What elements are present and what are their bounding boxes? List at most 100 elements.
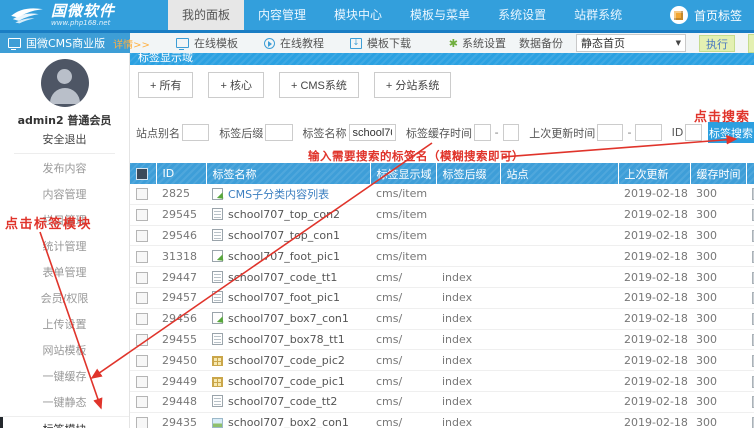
row-checkbox[interactable] <box>136 334 148 346</box>
last-update-from-input[interactable] <box>597 124 623 141</box>
cell-checkbox <box>130 267 156 288</box>
table-row: 29447school707_code_tt1cms/index2019-02-… <box>130 267 754 288</box>
cell-id: 29447 <box>156 267 206 288</box>
row-checkbox[interactable] <box>136 417 148 428</box>
cell-domain: cms/ <box>370 329 436 350</box>
sidebar-item-9[interactable]: 一键静态 <box>0 390 129 416</box>
sidebar-item-8[interactable]: 一键缓存 <box>0 364 129 390</box>
sidebar-item-3[interactable]: 统计管理 <box>0 234 129 260</box>
row-checkbox[interactable] <box>136 251 148 263</box>
subbar-link-label: 在线模板 <box>194 35 238 51</box>
cell-suffix: index <box>436 329 500 350</box>
cell-id: 29448 <box>156 391 206 412</box>
subbar-link[interactable]: 模板下载 <box>350 35 411 51</box>
select-all-checkbox[interactable] <box>136 168 148 180</box>
subbar-right: ✱ 系统设置 数据备份 静态首页 ▼ 执行 <box>449 34 754 53</box>
tag-name-link[interactable]: school707_code_tt2 <box>228 395 337 408</box>
data-backup-link[interactable]: 数据备份 <box>519 35 563 51</box>
tag-name-link[interactable]: school707_code_pic2 <box>228 354 345 367</box>
tag-name-link[interactable]: school707_foot_pic1 <box>228 250 340 263</box>
filter-button-1[interactable]: + 核心 <box>208 72 263 98</box>
tag-name-link[interactable]: school707_code_tt1 <box>228 271 337 284</box>
tag-name-link[interactable]: school707_top_con1 <box>228 229 340 242</box>
details-link[interactable]: 详情>> <box>113 36 150 51</box>
sidebar-item-10[interactable]: 标签模块 <box>0 416 129 428</box>
tag-suffix-input[interactable] <box>265 124 292 141</box>
cache-time-to-input[interactable] <box>503 124 520 141</box>
top-tab[interactable]: 系统设置 <box>484 0 560 30</box>
cell-id: 29545 <box>156 204 206 225</box>
sidebar-item-0[interactable]: 发布内容 <box>0 156 129 182</box>
row-checkbox[interactable] <box>136 230 148 242</box>
table-row: 2825CMS子分类内容列表cms/item2019-02-18 17:0930… <box>130 184 754 204</box>
tag-search-button[interactable]: 标签搜索 <box>708 122 754 143</box>
execute-button[interactable]: 执行 <box>699 35 735 52</box>
system-settings-link[interactable]: ✱ 系统设置 <box>449 35 506 51</box>
cell-suffix: index <box>436 412 500 428</box>
tag-name-link[interactable]: school707_box7_con1 <box>228 312 349 325</box>
tag-name-link[interactable]: school707_code_pic1 <box>228 375 345 388</box>
product-block: 国微CMS商业版 详情>> <box>0 33 130 53</box>
cell-cut <box>746 184 754 204</box>
filter-button-2[interactable]: + CMS系统 <box>279 72 359 98</box>
row-checkbox[interactable] <box>136 272 148 284</box>
topbar: 国微软件 www.php168.net 我的面板内容管理模块中心模板与菜单系统设… <box>0 0 754 30</box>
top-tab[interactable]: 内容管理 <box>244 0 320 30</box>
row-checkbox[interactable] <box>136 376 148 388</box>
row-checkbox[interactable] <box>136 313 148 325</box>
tag-name-link[interactable]: CMS子分类内容列表 <box>228 188 329 201</box>
sidebar-divider <box>14 153 115 154</box>
cell-suffix: index <box>436 391 500 412</box>
static-page-select[interactable]: 静态首页 ▼ <box>576 34 686 52</box>
cell-checkbox <box>130 204 156 225</box>
subbar-link[interactable]: 在线教程 <box>264 35 324 51</box>
filter-button-3[interactable]: + 分站系统 <box>374 72 451 98</box>
tag-name-link[interactable]: school707_box78_tt1 <box>228 333 345 346</box>
row-checkbox[interactable] <box>136 292 148 304</box>
filter-button-0[interactable]: + 所有 <box>138 72 193 98</box>
sidebar-item-4[interactable]: 表单管理 <box>0 260 129 286</box>
tag-name-link[interactable]: school707_foot_pic1 <box>228 291 340 304</box>
tag-name-link[interactable]: school707_box2_con1 <box>228 416 349 428</box>
tag-name-link[interactable]: school707_top_con2 <box>228 208 340 221</box>
top-tab[interactable]: 模块中心 <box>320 0 396 30</box>
cell-cache: 300 <box>690 350 746 371</box>
sidebar-item-1[interactable]: 内容管理 <box>0 182 129 208</box>
cell-domain: cms/item <box>370 204 436 225</box>
monitor-icon <box>176 38 189 48</box>
row-checkbox[interactable] <box>136 188 148 200</box>
tag-name-input[interactable] <box>349 124 397 141</box>
subbar-link[interactable]: 在线模板 <box>176 35 238 51</box>
cell-updated: 2019-02-18 17:09 <box>618 308 690 329</box>
row-checkbox[interactable] <box>136 355 148 367</box>
sidebar-item-6[interactable]: 上传设置 <box>0 312 129 338</box>
cut-button-sliver <box>748 34 754 53</box>
cell-name: school707_foot_pic1 <box>206 287 370 308</box>
sidebar-item-7[interactable]: 网站模板 <box>0 338 129 364</box>
sidebar-item-5[interactable]: 会员/权限 <box>0 286 129 312</box>
cell-name: school707_top_con1 <box>206 225 370 246</box>
avatar <box>41 59 89 107</box>
cache-time-from-input[interactable] <box>474 124 491 141</box>
top-tab[interactable]: 我的面板 <box>168 0 244 30</box>
column-header: 标签显示域 <box>370 163 436 184</box>
row-checkbox[interactable] <box>136 209 148 221</box>
last-update-to-input[interactable] <box>635 124 661 141</box>
sidebar-item-2[interactable]: 栏目管理 <box>0 208 129 234</box>
column-header-cut <box>746 163 754 184</box>
id-input[interactable] <box>685 124 702 141</box>
cell-name: CMS子分类内容列表 <box>206 184 370 204</box>
cell-checkbox <box>130 371 156 392</box>
home-tag-button[interactable]: 首页标签 <box>670 0 754 30</box>
column-header: 上次更新 <box>618 163 690 184</box>
cell-cut <box>746 371 754 392</box>
cell-name: school707_foot_pic1 <box>206 246 370 267</box>
cell-updated: 2019-02-18 17:09 <box>618 329 690 350</box>
top-tab[interactable]: 站群系统 <box>560 0 636 30</box>
site-alias-input[interactable] <box>182 124 209 141</box>
logout-link[interactable]: 安全退出 <box>0 131 129 147</box>
doc-icon <box>212 291 223 303</box>
row-checkbox[interactable] <box>136 396 148 408</box>
cell-cut <box>746 287 754 308</box>
top-tab[interactable]: 模板与菜单 <box>396 0 484 30</box>
